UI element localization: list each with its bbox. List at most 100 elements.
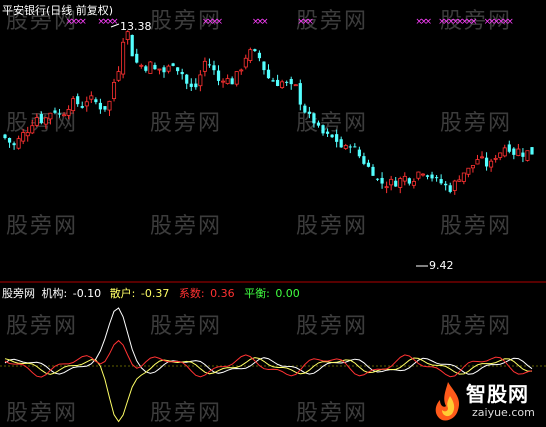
candle-body [130,34,134,57]
candle-body [239,69,244,72]
candle-body [166,65,171,72]
signal-marker: × [306,17,314,27]
candle-body [112,82,117,100]
candle-body [12,143,16,146]
candle-body [202,60,207,72]
pingheng-label: 平衡: [244,287,270,300]
candle-body [484,157,489,167]
candle-body [189,83,193,87]
candle-body [225,78,230,85]
candle-body [285,81,289,83]
candle-body [34,117,39,126]
candle-body [516,148,521,157]
candle-body [325,131,330,134]
candle-body [407,178,411,184]
candle-body [489,160,494,168]
signal-marker: × [79,17,87,27]
candle-body [212,65,216,71]
candle-body [162,67,166,73]
candle-body [498,152,503,158]
candle-body [80,106,84,108]
candle-body [316,122,321,126]
candle-body [216,70,221,81]
candle-body [171,63,175,66]
candle-body [335,134,339,142]
candle-body [444,183,448,186]
candle-body [139,64,144,67]
candle-body [384,186,389,189]
candle-body [275,79,280,86]
candle-body [466,167,471,175]
signal-marker: × [425,17,433,27]
candle-body [343,145,348,149]
signal-marker: × [261,17,269,27]
sanhu-label: 散户: [109,287,136,300]
candle-body [30,125,35,134]
candle-body [71,98,76,112]
flame-icon [435,382,460,421]
candle-body [84,101,89,107]
candle-body [339,139,343,148]
chart-canvas[interactable]: ×××× ×××× ×××× ××× ××× ××× ×××××××× ×××××× [0,0,546,424]
candle-body [389,178,394,186]
candle-body [234,71,239,85]
candle-body [144,66,148,71]
jigou-value: -0.10 [72,287,102,300]
candle-body [148,61,153,74]
candle-body [348,146,352,148]
candle-body [353,146,357,148]
candle-body [502,147,507,157]
candle-body [303,105,307,113]
candle-body [362,156,366,164]
candle-body [521,152,525,157]
candle-body [312,113,316,124]
candle-body [21,132,26,142]
candle-body [116,71,121,81]
candle-body [457,179,462,182]
candle-body [525,150,530,161]
candle-body [153,64,157,70]
candle-body [39,114,43,123]
candle-body [243,57,248,68]
candle-body [103,106,107,110]
candle-body [62,114,67,117]
chart-window: 股旁网 股旁网 股旁网 股旁网 股旁网 股旁网 股旁网 股旁网 股旁网 股旁网 … [0,0,546,426]
candle-body [398,178,403,188]
candle-body [248,49,253,61]
candle-body [461,172,466,182]
candle-body [507,144,511,152]
sanhu-value: -0.37 [140,287,170,300]
candle-body [221,80,226,83]
candle-body [434,177,439,179]
candle-body [7,138,12,143]
candle-body [198,74,203,87]
candle-body [307,111,311,114]
candle-body [289,78,293,85]
low-price-label: 9.42 [429,259,454,272]
candle-body [439,179,443,184]
candle-body [262,61,266,71]
candle-body [416,171,421,179]
high-price-label: 13.38 [120,20,152,33]
candle-body [25,132,30,137]
candle-body [357,149,361,157]
chart-title: 平安银行(日线 前复权) [2,4,114,17]
candle-body [380,177,384,184]
candle-body [512,148,516,155]
candle-body [185,74,189,84]
candle-body [480,156,485,159]
candle-body [402,175,407,182]
candle-body [375,178,380,180]
candle-body [425,175,430,177]
candle-body [293,84,298,87]
candle-body [366,162,371,167]
candle-body [43,117,48,125]
candle-body [420,173,425,176]
candle-body [57,113,62,115]
candles-group [3,30,534,195]
candle-body [394,180,398,187]
candle-body [66,108,71,116]
candle-body [257,52,262,59]
site-logo: 智股网 zaiyue.com [428,378,546,424]
candle-body [470,165,475,169]
